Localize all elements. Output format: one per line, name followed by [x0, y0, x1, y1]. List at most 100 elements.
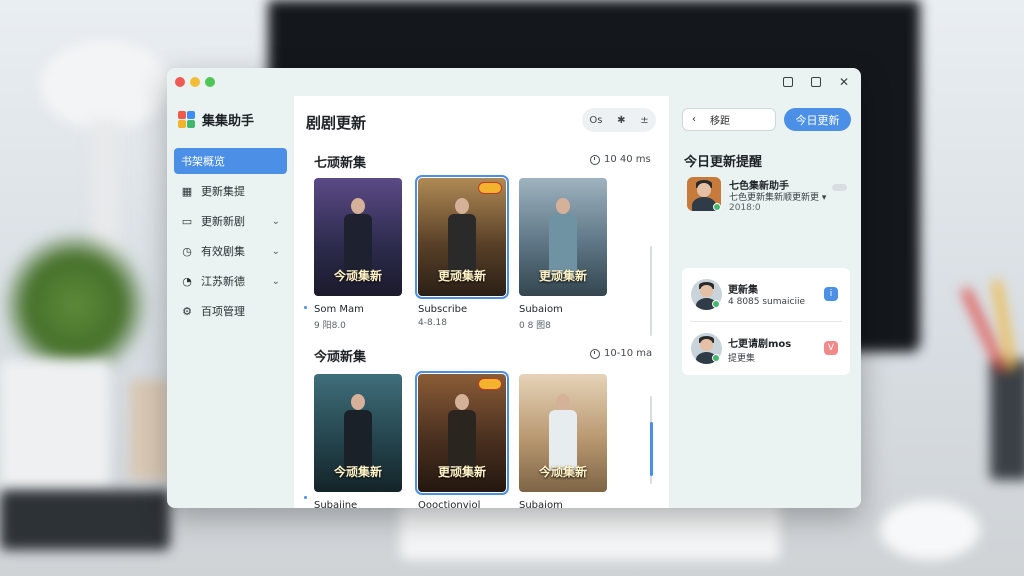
sidebar-item-3[interactable]: ▭ 更新新剧 ⌄: [174, 208, 287, 234]
view-toggle-button[interactable]: Os: [589, 115, 602, 126]
section-header: 今顽新集: [314, 346, 366, 365]
drama-card[interactable]: 更顽集新 Subscribe 4-8.18: [415, 175, 509, 328]
scrollbar-thumb[interactable]: [650, 422, 653, 476]
info-icon[interactable]: i: [824, 287, 838, 301]
poster-title: 今顽集新: [333, 269, 382, 283]
right-panel: ‹ 移距 今日更新 今日更新提醒 七色集新助手 七色更新集新顺更新更 ▾ 201…: [669, 96, 861, 508]
poster-image: 今顽集新: [314, 178, 402, 296]
drama-card[interactable]: 今顽集新 Subaiom: [519, 374, 607, 508]
dial-icon: ◷: [182, 244, 192, 258]
minimize-icon: [783, 77, 793, 87]
drama-card[interactable]: 更顽集新 Oooctionviol: [415, 371, 509, 508]
list-item-title: 更新集: [728, 285, 758, 296]
card-title: Subscribe: [418, 304, 468, 315]
plant-pot: [0, 360, 110, 490]
clock-icon: ◔: [182, 274, 192, 288]
card-title: Oooctionviol: [418, 500, 481, 508]
back-label: 移距: [710, 116, 730, 127]
desk-lamp: [40, 40, 170, 130]
toolbar: Os ✱ ±: [582, 108, 656, 132]
maximize-icon: [811, 77, 821, 87]
update-list-item[interactable]: 七更请剧mos 提更集 V: [682, 322, 850, 375]
card-subtitle: 0 8 图8: [519, 321, 551, 331]
poster-image: 今顽集新: [519, 374, 607, 492]
sidebar-item-label: 江苏新德: [201, 275, 245, 288]
poster-title: 更顽集新: [437, 269, 486, 283]
minimize-traffic-light[interactable]: [190, 77, 200, 87]
clock-icon: [590, 348, 600, 359]
section-title: 七顽新集: [314, 156, 367, 171]
drama-card[interactable]: 今顽集新 Subaiine: [314, 374, 402, 508]
list-item-subtitle: 提更集: [728, 354, 756, 364]
section-header: 七顽新集: [314, 152, 366, 171]
app-logo-icon: [178, 111, 195, 128]
card-title: Subaiom: [519, 304, 563, 315]
mouse: [880, 500, 980, 560]
keyboard-left: [0, 490, 170, 550]
sidebar-item-2[interactable]: ▦ 更新集提: [174, 178, 287, 204]
poster-image: 更顽集新: [415, 175, 509, 299]
brand: 集集助手: [178, 110, 254, 129]
update-list-item[interactable]: 更新集 4 8085 sumaiciie i: [682, 268, 850, 321]
sidebar-item-label: 有效剧集: [201, 245, 245, 258]
new-badge-icon: [478, 182, 502, 194]
drama-card[interactable]: 今顽集新 Som Mam 9 阳8.0: [314, 178, 402, 331]
clock-icon: [590, 154, 600, 165]
drama-card[interactable]: 更顽集新 Subaiom 0 8 图8: [519, 178, 607, 331]
sidebar-item-1[interactable]: ▤书架概览: [174, 148, 287, 174]
tag-icon[interactable]: V: [824, 341, 838, 355]
sidebar-item-label: 百项管理: [201, 305, 245, 318]
poster-image: 今顽集新: [314, 374, 402, 492]
list-item-subtitle: 4 8085 sumaiciie: [728, 297, 806, 307]
app-window: ✕ 集集助手 ▤书架概览 ▦ 更新集提 ▭ 更新新剧 ⌄ ◷ 有效剧集 ⌄ ◔ 江苏新德 ⌄ ⚙ 百项管理…: [167, 68, 861, 508]
filter-button[interactable]: ✱: [617, 115, 625, 126]
online-badge: [712, 300, 720, 308]
main-content: 剧剧更新 Os ✱ ± 七顽新集 10 40 ms 今顽新集 10-10 ma …: [294, 96, 669, 508]
poster-title: 更顽集新: [538, 269, 587, 283]
gear-icon: ⚙: [182, 304, 192, 318]
sidebar-item-label: 更新集提: [201, 185, 245, 198]
scroll-indicator: [304, 306, 307, 309]
section-title: 今顽新集: [314, 350, 367, 365]
cup: [130, 380, 170, 480]
scrollbar-track[interactable]: [650, 246, 652, 336]
today-update-button[interactable]: 今日更新: [784, 108, 851, 131]
poster-title: 今顽集新: [538, 465, 587, 479]
divider: [690, 321, 842, 322]
close-icon: ✕: [838, 75, 850, 89]
sidebar-item-6[interactable]: ⚙ 百项管理: [174, 298, 287, 324]
poster-image: 更顽集新: [415, 371, 509, 495]
sidebar-item-5[interactable]: ◔ 江苏新德 ⌄: [174, 268, 287, 294]
chevron-down-icon: ⌄: [271, 275, 280, 287]
page-title: 剧剧更新: [306, 114, 367, 132]
notification-desc: 七色更新集新顺更新更 ▾: [729, 193, 827, 203]
card-subtitle: 4-8.18: [418, 318, 448, 328]
sidebar-nav: ▤书架概览 ▦ 更新集提 ▭ 更新新剧 ⌄ ◷ 有效剧集 ⌄ ◔ 江苏新德 ⌄ ⚙ 百项管理: [174, 148, 287, 328]
poster-title: 今顽集新: [333, 465, 382, 479]
section-time: 10 40 ms: [604, 154, 651, 165]
close-button[interactable]: ✕: [833, 72, 855, 92]
close-traffic-light[interactable]: [175, 77, 185, 87]
plant: [0, 230, 150, 380]
title-bar: ✕: [167, 68, 861, 96]
maximize-button[interactable]: [805, 72, 827, 92]
section-time: 10-10 ma: [604, 348, 653, 359]
notification-toggle[interactable]: [832, 184, 847, 191]
card-subtitle: 9 阳8.0: [314, 321, 346, 331]
list-item-title: 七更请剧mos: [728, 339, 792, 350]
chevron-down-icon: ⌄: [271, 245, 280, 257]
calendar-icon: ▦: [181, 184, 193, 198]
zoom-traffic-light[interactable]: [205, 77, 215, 87]
pen-holder: [990, 360, 1024, 480]
sort-button[interactable]: ±: [640, 115, 648, 126]
sidebar: 集集助手 ▤书架概览 ▦ 更新集提 ▭ 更新新剧 ⌄ ◷ 有效剧集 ⌄ ◔ 江苏新德 ⌄ ⚙ 百项管理: [167, 96, 294, 508]
back-button[interactable]: ‹ 移距: [682, 108, 776, 131]
notification-item[interactable]: 七色集新助手 七色更新集新顺更新更 ▾ 2018:0: [687, 177, 849, 217]
card-title: Subaiine: [314, 500, 358, 508]
online-badge: [713, 203, 721, 211]
keyboard: [400, 500, 780, 560]
chevron-down-icon: ⌄: [271, 215, 280, 227]
scroll-indicator: [304, 496, 307, 499]
minimize-button[interactable]: [777, 72, 799, 92]
sidebar-item-4[interactable]: ◷ 有效剧集 ⌄: [174, 238, 287, 264]
